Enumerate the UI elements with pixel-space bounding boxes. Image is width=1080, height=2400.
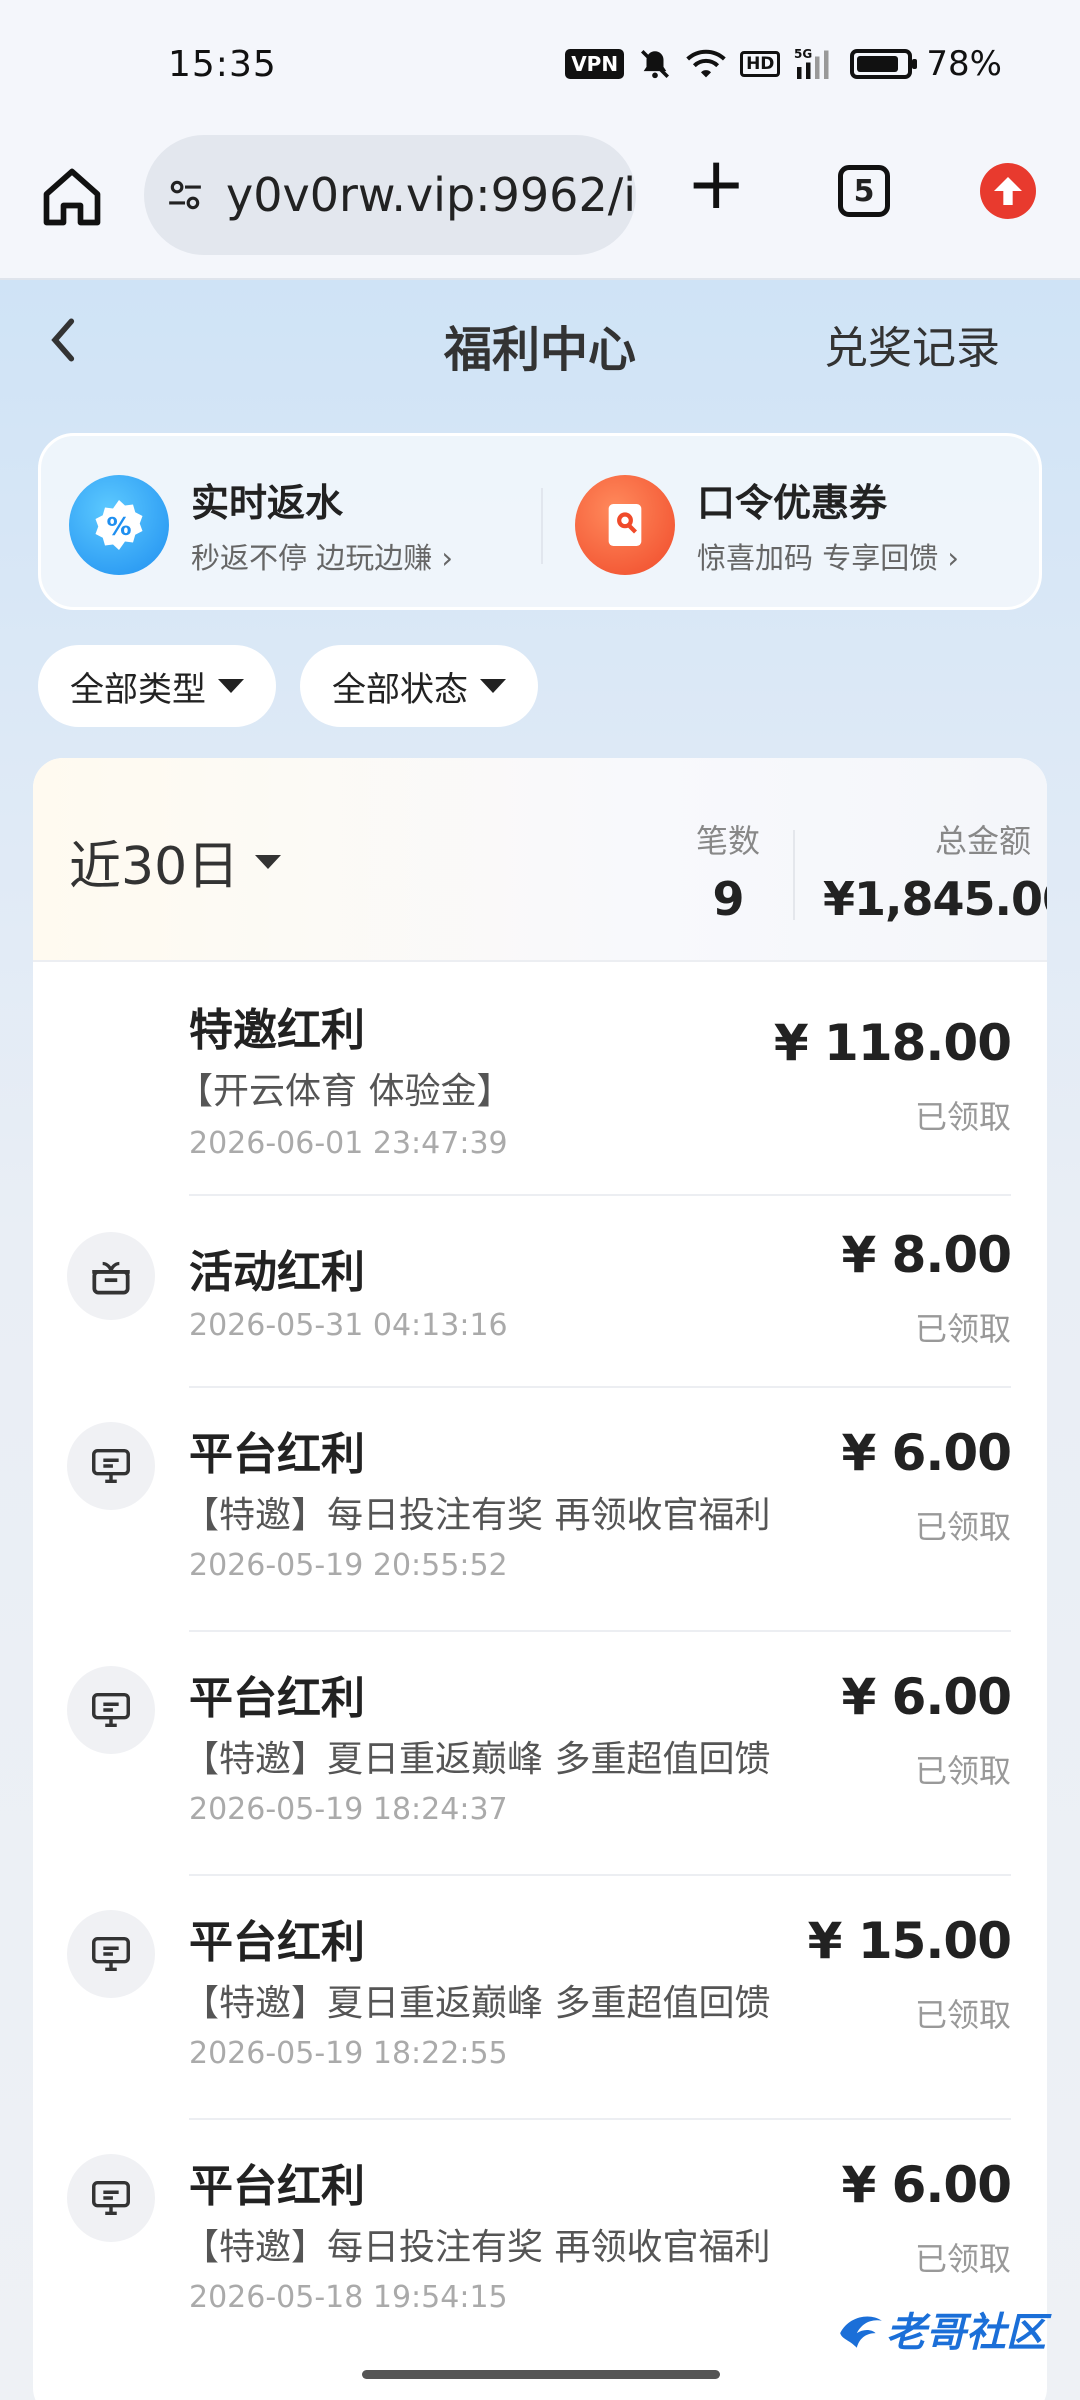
total-amount: 总金额 ¥1,845.00 xyxy=(823,816,1047,926)
record-amount: ¥ 118.00 xyxy=(773,1014,1012,1072)
caret-down-icon xyxy=(218,679,244,693)
records-card: 近30日 笔数 9 总金额 ¥1,845.00 特邀红利 【开云体育 体验金】 … xyxy=(33,758,1047,2400)
record-desc: 【开云体育 体验金】 xyxy=(177,1071,513,1112)
record-row[interactable]: 活动红利 2026-05-31 04:13:16 ¥ 8.00 已领取 xyxy=(33,1196,1047,1388)
page-header: 福利中心 兑奖记录 xyxy=(0,280,1080,400)
record-title: 平台红利 xyxy=(189,2161,365,2212)
record-status: 已领取 xyxy=(914,2240,1011,2278)
promo-realtime-rebate[interactable]: % 实时返水 秒返不停 边玩边赚 › xyxy=(69,436,453,613)
status-filter-dropdown[interactable]: 全部状态 xyxy=(300,645,538,727)
status-icons: VPN HD 5G 78% xyxy=(565,44,1002,84)
promo-subtitle: 秒返不停 边玩边赚 › xyxy=(191,541,454,575)
total-value: ¥1,845.00 xyxy=(823,872,1047,926)
record-time: 2026-05-18 19:54:15 xyxy=(189,2280,508,2315)
battery-icon xyxy=(850,49,918,79)
address-bar[interactable]: y0v0rw.vip:9962/i xyxy=(144,135,636,255)
record-count: 笔数 9 xyxy=(653,816,803,926)
vpn-icon: VPN xyxy=(565,49,625,79)
redeem-records-link[interactable]: 兑奖记录 xyxy=(824,312,1000,376)
record-desc: 【特邀】每日投注有奖 再领收官福利 xyxy=(183,2227,771,2268)
promo-subtitle: 惊喜加码 专享回馈 › xyxy=(697,541,960,575)
count-value: 9 xyxy=(712,872,744,926)
url-text[interactable]: y0v0rw.vip:9962/i xyxy=(226,168,636,222)
status-time: 15:35 xyxy=(168,44,277,85)
count-label: 笔数 xyxy=(695,822,760,860)
gift-box-icon xyxy=(67,1232,155,1320)
record-status: 已领取 xyxy=(914,1310,1011,1348)
record-status: 已领取 xyxy=(914,1508,1011,1546)
monitor-icon xyxy=(67,1422,155,1510)
period-dropdown[interactable]: 近30日 xyxy=(69,824,282,899)
home-icon[interactable] xyxy=(38,163,106,231)
record-time: 2026-05-19 18:24:37 xyxy=(189,1792,508,1827)
summary-header: 近30日 笔数 9 总金额 ¥1,845.00 xyxy=(33,758,1047,962)
promo-code-coupon[interactable]: 口令优惠券 惊喜加码 专享回馈 › xyxy=(575,436,959,613)
record-time: 2026-05-31 04:13:16 xyxy=(189,1308,508,1343)
new-tab-button[interactable]: + xyxy=(686,147,746,219)
record-status: 已领取 xyxy=(914,1996,1011,2034)
record-time: 2026-05-19 20:55:52 xyxy=(189,1548,508,1583)
record-amount: ¥ 15.00 xyxy=(807,1912,1012,1970)
record-desc: 【特邀】每日投注有奖 再领收官福利 xyxy=(183,1495,771,1536)
community-watermark-logo: 老哥社区 xyxy=(836,2300,1046,2358)
signal-5g-icon: 5G xyxy=(794,47,829,79)
record-row[interactable]: 平台红利 【特邀】每日投注有奖 再领收官福利 2026-05-19 20:55:… xyxy=(33,1388,1047,1632)
promo-card: % 实时返水 秒返不停 边玩边赚 › 口令优惠券 惊喜加码 专享回馈 › xyxy=(38,433,1042,610)
watermark-text: 老哥社区 xyxy=(886,2310,1046,2356)
record-desc: 【特邀】夏日重返巅峰 多重超值回馈 xyxy=(183,1983,771,2024)
record-title: 活动红利 xyxy=(189,1247,365,1298)
monitor-icon xyxy=(67,2154,155,2242)
wifi-icon xyxy=(686,49,726,78)
record-row[interactable]: 平台红利 【特邀】夏日重返巅峰 多重超值回馈 2026-05-19 18:24:… xyxy=(33,1632,1047,1876)
record-amount: ¥ 6.00 xyxy=(841,1668,1012,1726)
status-bar: 15:35 VPN HD 5G 78% xyxy=(0,0,1080,135)
svg-text:5G: 5G xyxy=(794,47,812,61)
welfare-center-page: 福利中心 兑奖记录 % 实时返水 秒返不停 边玩边赚 › 口令优惠券 惊喜加码 … xyxy=(0,280,1080,2400)
gesture-home-bar[interactable] xyxy=(362,2370,720,2379)
record-amount: ¥ 8.00 xyxy=(841,1226,1012,1284)
update-arrow-icon[interactable] xyxy=(980,163,1036,219)
site-settings-icon[interactable] xyxy=(166,169,204,221)
caret-down-icon xyxy=(480,679,506,693)
record-row[interactable]: 平台红利 【特邀】夏日重返巅峰 多重超值回馈 2026-05-19 18:22:… xyxy=(33,1876,1047,2120)
promo-title: 实时返水 xyxy=(191,481,344,525)
caret-down-icon xyxy=(255,854,282,869)
tab-switcher-button[interactable]: 5 xyxy=(838,165,890,217)
record-title: 平台红利 xyxy=(189,1917,365,1968)
coupon-ticket-icon xyxy=(575,474,675,575)
type-filter-dropdown[interactable]: 全部类型 xyxy=(38,645,276,727)
monitor-icon xyxy=(67,1910,155,1998)
record-row[interactable]: 特邀红利 【开云体育 体验金】 2026-06-01 23:47:39 ¥ 11… xyxy=(33,962,1047,1196)
hd-icon: HD xyxy=(740,51,781,77)
monitor-icon xyxy=(67,1666,155,1754)
total-label: 总金额 xyxy=(934,822,1031,860)
record-title: 平台红利 xyxy=(189,1673,365,1724)
promo-title: 口令优惠券 xyxy=(697,481,888,525)
record-title: 特邀红利 xyxy=(189,1005,365,1056)
record-status: 已领取 xyxy=(914,1098,1011,1136)
status-filter-label: 全部状态 xyxy=(332,669,468,710)
period-label: 近30日 xyxy=(69,837,240,897)
record-amount: ¥ 6.00 xyxy=(841,1424,1012,1482)
dragon-logo-icon xyxy=(840,2316,882,2348)
percent-badge-icon: % xyxy=(69,474,169,575)
svg-text:%: % xyxy=(106,512,131,541)
browser-toolbar: y0v0rw.vip:9962/i + 5 xyxy=(0,135,1080,280)
record-title: 平台红利 xyxy=(189,1429,365,1480)
filter-row: 全部类型 全部状态 xyxy=(38,645,538,727)
stat-divider xyxy=(793,830,795,920)
record-amount: ¥ 6.00 xyxy=(841,2156,1012,2214)
record-status: 已领取 xyxy=(914,1752,1011,1790)
promo-divider xyxy=(541,488,543,564)
record-time: 2026-05-19 18:22:55 xyxy=(189,2036,508,2071)
record-desc: 【特邀】夏日重返巅峰 多重超值回馈 xyxy=(183,1739,771,1780)
type-filter-label: 全部类型 xyxy=(70,669,206,710)
bell-muted-icon xyxy=(641,49,670,79)
record-time: 2026-06-01 23:47:39 xyxy=(189,1126,508,1161)
battery-percent: 78% xyxy=(926,44,1002,84)
